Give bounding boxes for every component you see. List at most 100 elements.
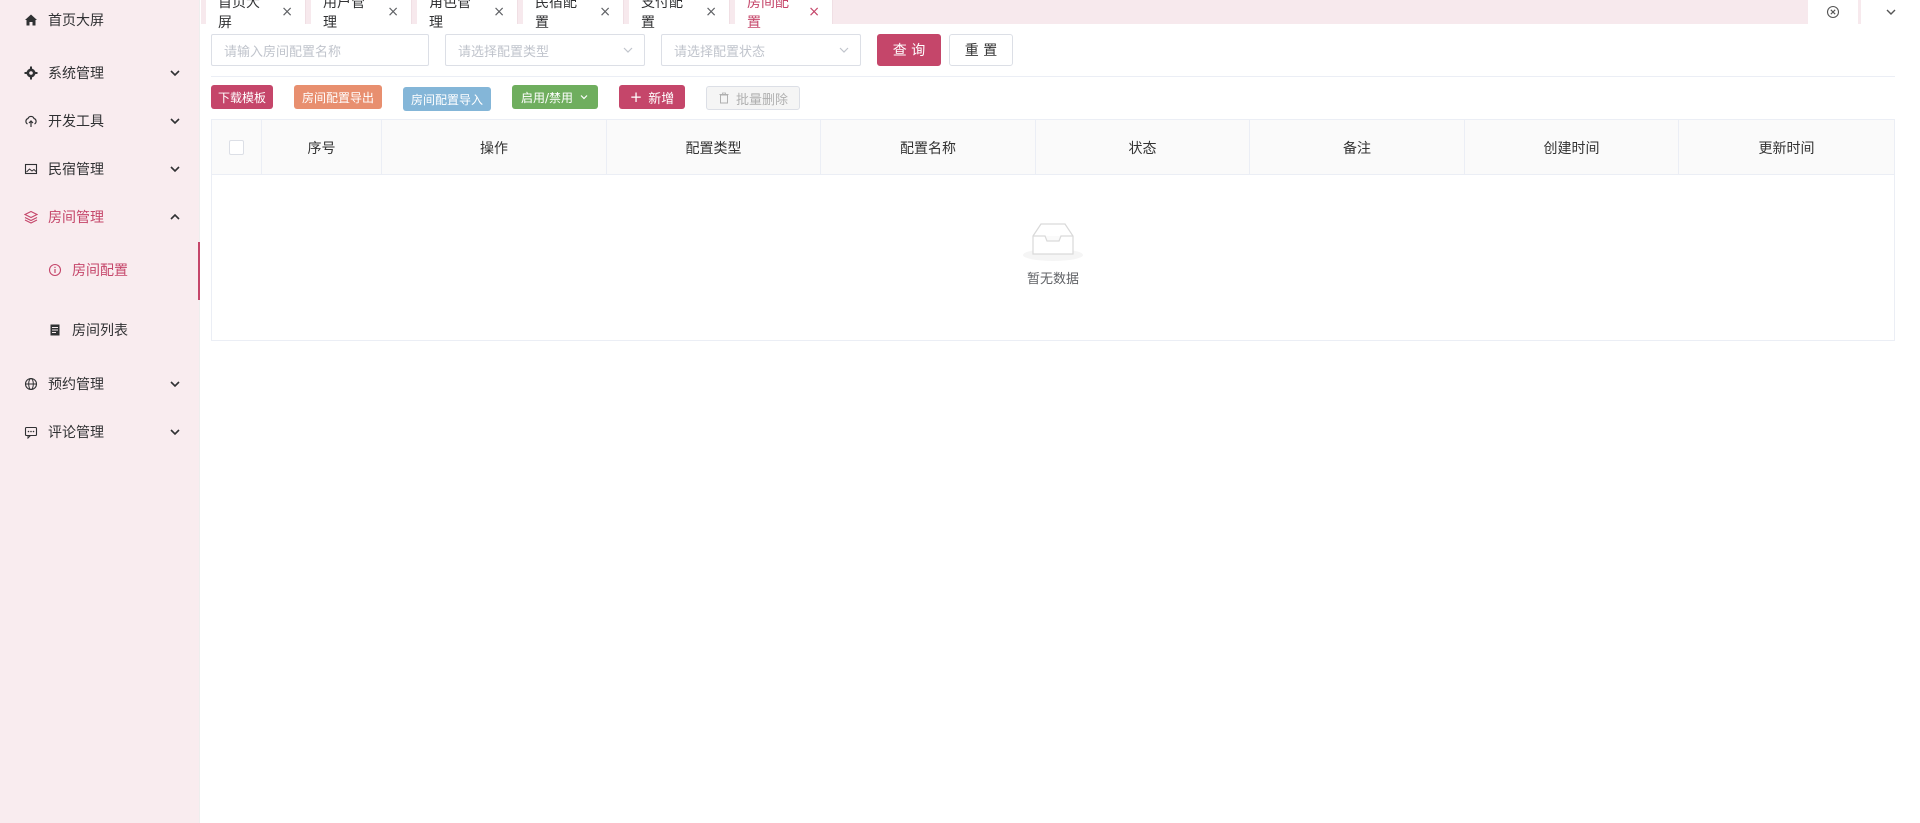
divider: [211, 76, 1895, 77]
image-icon: [24, 162, 38, 176]
tab-label: 角色管理: [429, 0, 471, 31]
select-placeholder: 请选择配置类型: [458, 44, 550, 60]
config-name-input[interactable]: 请输入房间配置名称: [211, 34, 429, 66]
column-header[interactable]: 备注: [1250, 120, 1465, 175]
chevron-down-icon: [168, 377, 182, 391]
chevron-down-icon: [168, 162, 182, 176]
close-icon[interactable]: ×: [808, 4, 820, 20]
add-button[interactable]: + 新增: [619, 85, 685, 109]
chevron-down-icon: [168, 425, 182, 439]
tab-users[interactable]: 用户管理 ×: [311, 0, 412, 31]
close-icon[interactable]: ×: [599, 4, 611, 20]
chevron-down-icon: [168, 66, 182, 80]
config-type-select[interactable]: 请选择配置类型: [445, 34, 645, 66]
button-label: 启用/禁用: [520, 90, 574, 105]
close-icon[interactable]: ×: [387, 4, 399, 20]
empty-inbox-icon: [1023, 223, 1083, 261]
globe-icon: [24, 377, 38, 391]
tab-label: 民宿配置: [535, 0, 577, 31]
config-status-select[interactable]: 请选择配置状态: [661, 34, 861, 66]
tab-home[interactable]: 首页大屏 ×: [206, 0, 306, 31]
import-button[interactable]: 房间配置导入: [403, 87, 491, 111]
message-icon: [24, 425, 38, 439]
tab-roles[interactable]: 角色管理 ×: [417, 0, 518, 31]
download-template-button[interactable]: 下载模板: [211, 85, 273, 109]
close-icon[interactable]: ×: [493, 4, 505, 20]
column-header[interactable]: 更新时间: [1679, 120, 1894, 175]
close-all-tabs-button[interactable]: [1808, 0, 1858, 24]
query-button[interactable]: 查 询: [877, 34, 941, 66]
info-icon: [48, 263, 62, 277]
button-label: 下载模板: [218, 90, 267, 105]
sidebar: 首页大屏 系统管理 开发工具 民宿管理 房间管理 房间配置 房间列表 预约管理 …: [0, 0, 200, 823]
tab-label: 首页大屏: [218, 0, 260, 31]
select-all-cell: [212, 120, 262, 175]
chevron-down-icon: [622, 44, 634, 56]
chevron-down-icon: [580, 95, 588, 100]
empty-state: 暂无数据: [212, 220, 1894, 287]
export-button[interactable]: 房间配置导出: [294, 85, 382, 109]
sidebar-item-label: 房间管理: [48, 210, 104, 226]
sidebar-item-label: 民宿管理: [48, 162, 104, 178]
sidebar-item-label: 评论管理: [48, 425, 104, 441]
button-label: 重 置: [964, 43, 998, 59]
sidebar-item-homestay[interactable]: 民宿管理: [0, 149, 200, 189]
tabs-menu-button[interactable]: [1861, 0, 1920, 24]
reset-button[interactable]: 重 置: [949, 34, 1013, 66]
sidebar-subitem-label: 房间列表: [72, 323, 128, 339]
button-label: 房间配置导入: [411, 92, 484, 107]
toggle-dropdown-button[interactable]: 启用/禁用: [512, 85, 598, 109]
upload-cloud-icon: [24, 114, 38, 128]
layers-icon: [24, 210, 38, 224]
sidebar-subitem-room-config[interactable]: 房间配置: [0, 242, 200, 300]
sidebar-item-devtools[interactable]: 开发工具: [0, 101, 200, 141]
sidebar-item-label: 开发工具: [48, 114, 104, 130]
tab-room-config[interactable]: 房间配置 ×: [735, 0, 833, 31]
sidebar-item-system[interactable]: 系统管理: [0, 53, 200, 93]
button-label: 查 询: [892, 43, 926, 59]
sidebar-subitem-label: 房间配置: [72, 263, 128, 279]
column-header[interactable]: 配置类型: [607, 120, 821, 175]
plus-icon: +: [629, 88, 643, 106]
tab-homestay-config[interactable]: 民宿配置 ×: [523, 0, 624, 31]
chevron-down-icon: [168, 114, 182, 128]
select-all-checkbox[interactable]: [229, 140, 244, 155]
sidebar-item-room-management[interactable]: 房间管理: [0, 197, 200, 237]
sidebar-item-label: 预约管理: [48, 377, 104, 393]
sidebar-item-label: 系统管理: [48, 66, 104, 82]
tab-label: 用户管理: [323, 0, 365, 31]
button-label: 房间配置导出: [302, 90, 375, 105]
button-label: 批量删除: [735, 92, 788, 108]
column-header[interactable]: 状态: [1036, 120, 1250, 175]
room-config-table: 序号 操作 配置类型 配置名称 状态 备注 创建时间 更新时间 暂无数据: [211, 119, 1895, 341]
batch-delete-button[interactable]: 批量删除: [706, 86, 800, 110]
select-placeholder: 请选择配置状态: [674, 44, 766, 60]
tab-payment-config[interactable]: 支付配置 ×: [629, 0, 730, 31]
table-header: 序号 操作 配置类型 配置名称 状态 备注 创建时间 更新时间: [212, 120, 1894, 175]
sidebar-item-label: 首页大屏: [48, 13, 104, 29]
chevron-up-icon: [168, 210, 182, 224]
document-icon: [48, 323, 62, 337]
sidebar-item-booking[interactable]: 预约管理: [0, 364, 200, 404]
chevron-down-icon: [838, 44, 850, 56]
home-icon: [24, 13, 38, 27]
tab-label: 房间配置: [747, 0, 789, 31]
column-header[interactable]: 操作: [382, 120, 607, 175]
sidebar-item-comments[interactable]: 评论管理: [0, 412, 200, 452]
empty-text: 暂无数据: [1026, 272, 1079, 287]
column-header[interactable]: 配置名称: [821, 120, 1036, 175]
sidebar-subitem-room-list[interactable]: 房间列表: [0, 302, 200, 358]
column-header[interactable]: 创建时间: [1465, 120, 1679, 175]
column-header[interactable]: 序号: [262, 120, 382, 175]
close-icon[interactable]: ×: [281, 4, 293, 20]
chevron-down-icon: [1886, 9, 1895, 15]
close-icon[interactable]: ×: [705, 4, 717, 20]
sidebar-item-home[interactable]: 首页大屏: [0, 0, 200, 40]
trash-icon: [719, 92, 729, 104]
tab-label: 支付配置: [641, 0, 683, 31]
input-placeholder: 请输入房间配置名称: [224, 44, 342, 60]
tabs-bar: 首页大屏 × 用户管理 × 角色管理 × 民宿配置 × 支付配置 × 房间配置 …: [201, 0, 1920, 31]
close-circle-icon: [1826, 5, 1840, 19]
gear-icon: [24, 66, 38, 80]
button-label: 新增: [648, 91, 675, 107]
